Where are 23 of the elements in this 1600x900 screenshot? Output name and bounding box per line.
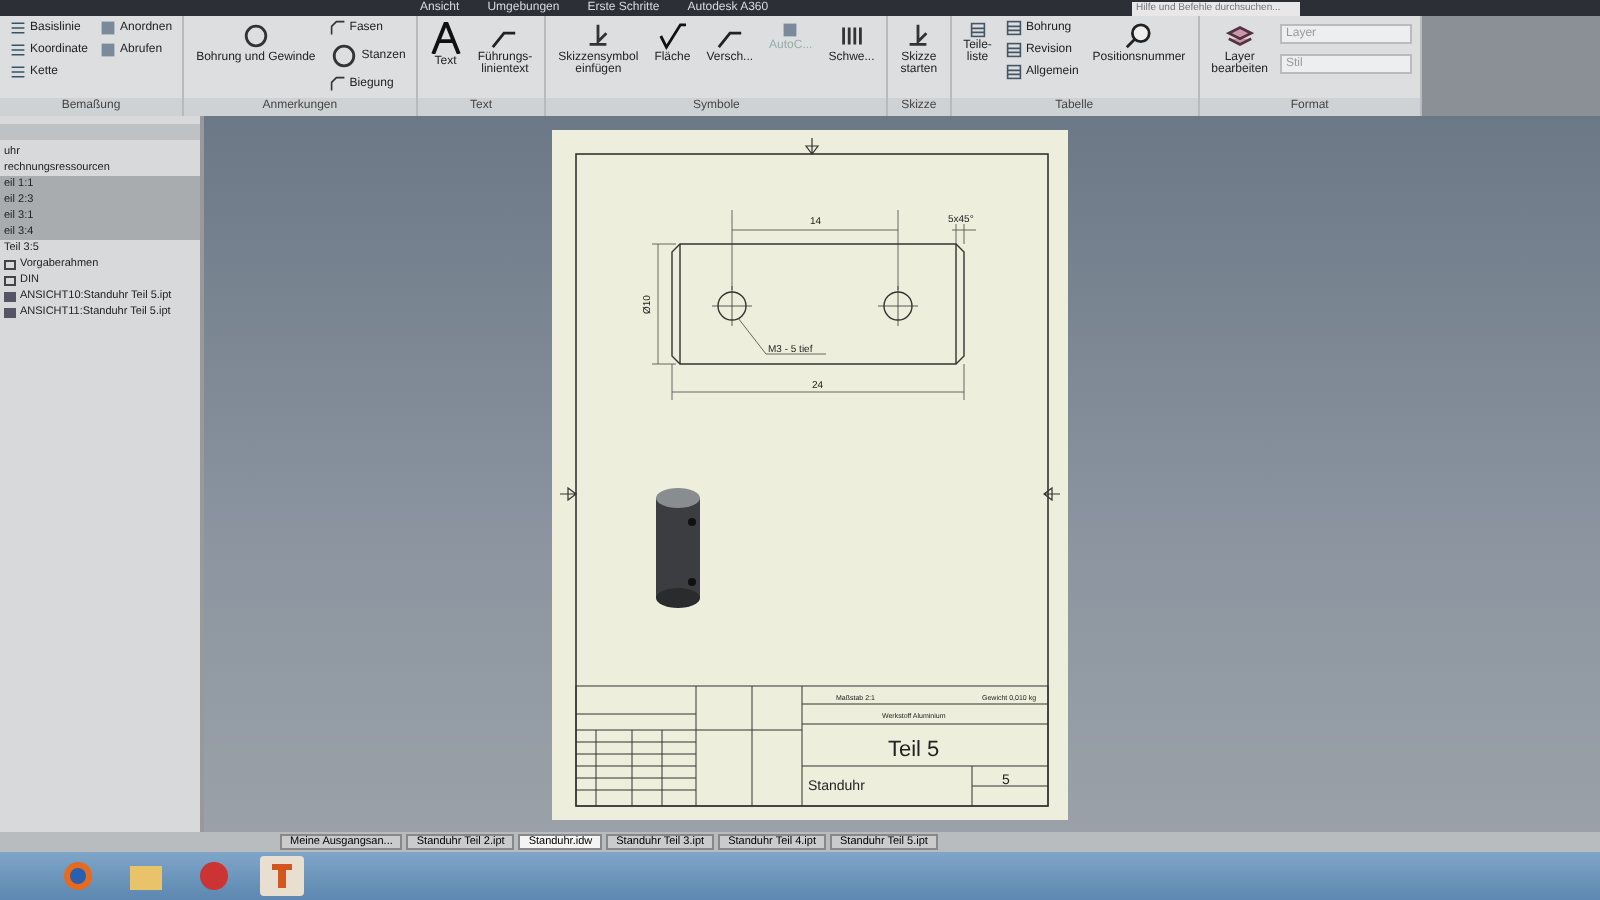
table-icon xyxy=(1005,20,1022,36)
letter-a-icon xyxy=(429,22,462,54)
chamfer-icon xyxy=(329,20,346,36)
hole-icon xyxy=(329,42,358,70)
surface-symbol-icon xyxy=(658,22,687,50)
dimension-line xyxy=(951,223,977,245)
dimension-icon xyxy=(10,64,26,80)
cylinder-drawing xyxy=(656,488,700,608)
dimension-icon xyxy=(10,20,26,36)
centering-mark xyxy=(805,137,820,155)
centering-mark xyxy=(1043,487,1061,502)
table-icon xyxy=(1005,42,1022,58)
leader-line xyxy=(737,317,827,355)
table-icon xyxy=(1005,64,1022,80)
drawing-title: Teil 5 xyxy=(888,738,940,762)
chamfer-icon xyxy=(329,76,346,92)
hole-icon xyxy=(241,22,270,50)
table-icon xyxy=(969,22,986,38)
dimension-icon xyxy=(10,42,26,58)
layers-icon xyxy=(1225,22,1254,50)
balloon-icon xyxy=(1124,22,1153,50)
cad-app-icon[interactable] xyxy=(260,856,304,896)
centering-mark xyxy=(559,487,577,502)
